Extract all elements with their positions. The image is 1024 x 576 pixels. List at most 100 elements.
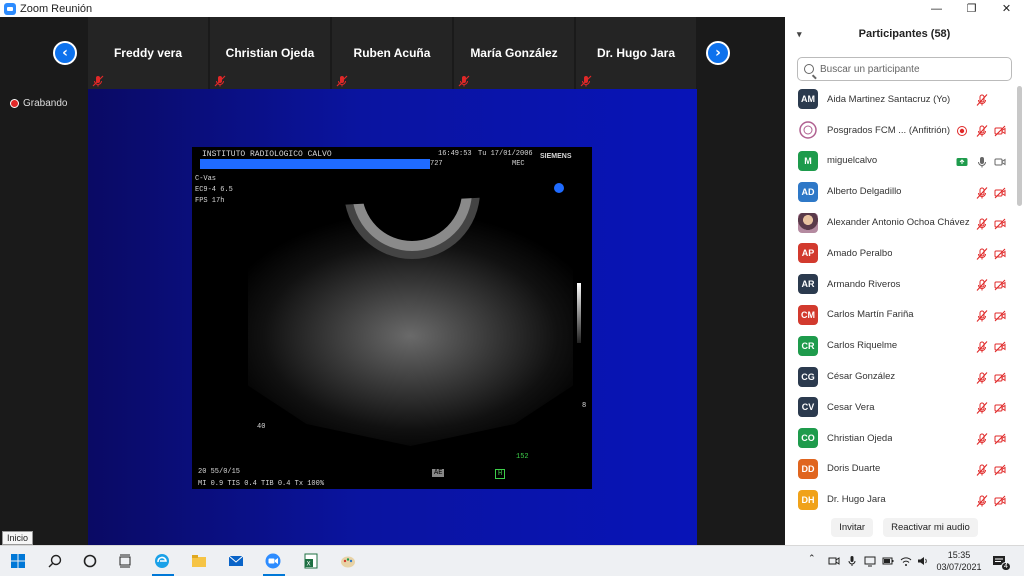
- participant-row[interactable]: DD Doris Duarte: [785, 454, 1024, 485]
- edge-browser-icon[interactable]: [154, 553, 170, 569]
- video-tile[interactable]: Christian Ojeda: [210, 17, 330, 89]
- unmute-me-button[interactable]: Reactivar mi audio: [883, 518, 978, 537]
- file-explorer-icon[interactable]: [191, 553, 207, 569]
- participant-row[interactable]: AR Armando Riveros: [785, 269, 1024, 300]
- video-off-icon[interactable]: [994, 432, 1006, 445]
- participant-row[interactable]: DH Dr. Hugo Jara: [785, 484, 1024, 512]
- ultrasound-bottom-line1: 20 55/0/15: [198, 468, 241, 476]
- windows-start-icon[interactable]: [10, 553, 26, 569]
- video-off-icon[interactable]: [994, 371, 1006, 383]
- participant-row[interactable]: Mmiguelcalvo: [785, 146, 1024, 177]
- mic-muted-icon[interactable]: [976, 217, 988, 230]
- minimize-button[interactable]: —: [919, 0, 954, 17]
- wifi-icon[interactable]: [900, 555, 912, 567]
- video-off-icon[interactable]: [994, 401, 1006, 414]
- close-button[interactable]: ✕: [989, 0, 1024, 17]
- video-off-icon[interactable]: [994, 247, 1006, 260]
- task-view-icon[interactable]: [117, 553, 133, 569]
- window-controls: — ❐ ✕: [919, 0, 1024, 17]
- clock[interactable]: 15:35 03/07/2021: [934, 549, 984, 573]
- cortana-icon[interactable]: [82, 553, 98, 569]
- ultrasound-param: EC9-4 6.5: [195, 186, 233, 194]
- avatar: M: [798, 150, 818, 171]
- video-off-icon[interactable]: [994, 309, 1006, 322]
- participant-row[interactable]: CO Christian Ojeda: [785, 423, 1024, 454]
- mic-muted-icon[interactable]: [976, 124, 988, 138]
- gallery-strip: ‹ Freddy vera Christian Ojeda Ruben Acuñ…: [0, 17, 785, 89]
- mic-muted-icon[interactable]: [976, 247, 988, 261]
- camera-tray-icon[interactable]: [828, 555, 840, 567]
- recording-indicator[interactable]: Grabando: [10, 98, 67, 109]
- avatar: CV: [798, 397, 818, 418]
- display-tray-icon[interactable]: [864, 555, 876, 567]
- ultrasound-bottom-line2: MI 0.9 TIS 0.4 TIB 0.4 Tx 100%: [198, 480, 325, 488]
- participant-row[interactable]: Posgrados FCM ... (Anfitrión): [785, 115, 1024, 146]
- ultrasound-mode: MEC: [512, 160, 525, 168]
- participant-name: Doris Duarte: [827, 463, 881, 475]
- mic-muted-icon[interactable]: [976, 93, 988, 107]
- ultrasound-scale: 8: [582, 402, 587, 410]
- participant-list-scrollbar[interactable]: [1017, 86, 1022, 206]
- video-off-icon[interactable]: [994, 186, 1006, 199]
- ultrasound-probe-shadow: [352, 193, 472, 251]
- tray-chevron-icon[interactable]: ⌃: [808, 554, 816, 564]
- video-tile[interactable]: Dr. Hugo Jara: [576, 17, 696, 89]
- mic-muted-icon[interactable]: [976, 340, 988, 353]
- mic-muted-icon[interactable]: [976, 278, 988, 292]
- participant-row[interactable]: AP Amado Peralbo: [785, 238, 1024, 269]
- video-icon[interactable]: [994, 155, 1006, 167]
- video-off-icon[interactable]: [994, 340, 1006, 353]
- participant-list: AM Aida Martinez Santacruz (Yo) Posgrados …: [785, 84, 1024, 512]
- mic-muted-icon[interactable]: [976, 494, 988, 507]
- shared-screen: INSTITUTO RADIOLOGICO CALVO 16:49:53 Tu …: [88, 89, 697, 545]
- ultrasound-brand: SIEMENS: [540, 153, 572, 160]
- mail-icon[interactable]: [228, 553, 244, 569]
- participant-row[interactable]: CR Carlos Riquelme: [785, 330, 1024, 361]
- participant-row[interactable]: CM Carlos Martín Fariña: [785, 300, 1024, 331]
- video-off-icon[interactable]: [994, 463, 1006, 476]
- mic-muted-icon[interactable]: [976, 309, 988, 322]
- participant-row[interactable]: Alexander Antonio Ochoa Chávez: [785, 207, 1024, 238]
- maximize-button[interactable]: ❐: [954, 0, 989, 17]
- participant-row[interactable]: CV Cesar Vera: [785, 392, 1024, 423]
- video-off-icon[interactable]: [994, 278, 1006, 291]
- paint-icon[interactable]: [340, 553, 356, 569]
- recording-icon: [10, 99, 19, 108]
- avatar: AM: [798, 89, 818, 110]
- avatar: CG: [798, 366, 818, 387]
- notification-count: 4: [1001, 562, 1011, 571]
- search-icon[interactable]: [47, 553, 63, 569]
- mic-muted-icon[interactable]: [976, 463, 988, 476]
- gallery-prev-button[interactable]: ‹: [53, 41, 77, 65]
- video-off-icon[interactable]: [994, 217, 1006, 229]
- avatar: DH: [798, 489, 818, 510]
- gallery-next-button[interactable]: ›: [706, 41, 730, 65]
- participant-row[interactable]: AD Alberto Delgadillo: [785, 176, 1024, 207]
- mic-icon[interactable]: [976, 155, 988, 168]
- video-off-icon[interactable]: [994, 124, 1006, 137]
- chevron-down-icon[interactable]: ▾: [797, 29, 802, 40]
- avatar: DD: [798, 458, 818, 479]
- mic-muted-icon[interactable]: [976, 432, 988, 446]
- participant-row[interactable]: CG César González: [785, 361, 1024, 392]
- video-tile[interactable]: María González: [454, 17, 574, 89]
- participant-row[interactable]: AM Aida Martinez Santacruz (Yo): [785, 84, 1024, 115]
- battery-icon[interactable]: [882, 555, 894, 567]
- zoom-taskbar-icon[interactable]: [265, 553, 281, 569]
- windows-taskbar: X ⌃ 15:35 03/07/2021 4: [0, 545, 1024, 576]
- video-off-icon[interactable]: [994, 494, 1006, 507]
- participant-search-input[interactable]: Buscar un participante: [797, 57, 1012, 81]
- microphone-tray-icon[interactable]: [846, 555, 858, 567]
- ultrasound-scan-area: [248, 193, 573, 446]
- ultrasound-gray-scale: [577, 283, 581, 343]
- mic-muted-icon[interactable]: [976, 371, 988, 384]
- svg-text:X: X: [307, 561, 311, 568]
- volume-icon[interactable]: [917, 555, 929, 567]
- video-tile[interactable]: Freddy vera: [88, 17, 208, 89]
- mic-muted-icon[interactable]: [976, 401, 988, 415]
- host-logo-avatar: [798, 120, 818, 141]
- invite-button[interactable]: Invitar: [831, 518, 874, 537]
- excel-icon[interactable]: X: [303, 553, 319, 569]
- mic-muted-icon[interactable]: [976, 186, 988, 199]
- video-tile[interactable]: Ruben Acuña: [332, 17, 452, 89]
